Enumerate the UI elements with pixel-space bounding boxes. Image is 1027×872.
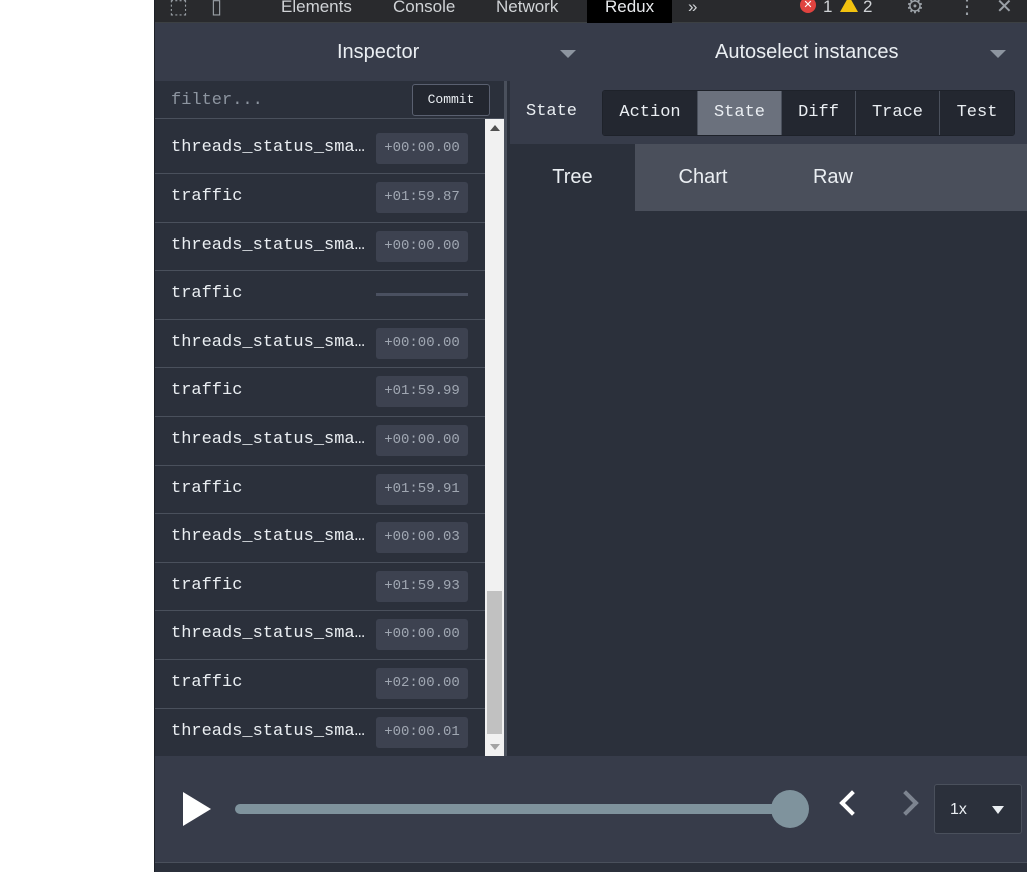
tab-state[interactable]: State bbox=[698, 91, 782, 135]
tab-redux[interactable]: Redux bbox=[587, 0, 673, 23]
device-toolbar-icon[interactable]: ▯ bbox=[211, 0, 222, 18]
action-name: traffic bbox=[171, 187, 243, 206]
chevron-down-icon bbox=[560, 50, 576, 58]
slider-thumb[interactable] bbox=[771, 790, 809, 828]
action-time-badge[interactable]: +00:00.00 bbox=[376, 327, 468, 359]
previous-arrow-icon[interactable] bbox=[839, 790, 865, 816]
speed-select[interactable]: 1x bbox=[934, 784, 1022, 834]
action-list: threads_status_sma… +00:00.00 traffic +0… bbox=[155, 119, 485, 756]
close-icon[interactable]: ✕ bbox=[996, 0, 1013, 18]
action-time-badge[interactable]: +00:00.00 bbox=[376, 230, 468, 262]
warning-icon[interactable] bbox=[840, 0, 858, 12]
tab-raw[interactable]: Raw bbox=[768, 144, 898, 211]
chevron-down-icon bbox=[990, 50, 1006, 58]
autoselect-label: Autoselect instances bbox=[715, 41, 899, 63]
list-item[interactable]: threads_status_sma… +00:00.00 bbox=[155, 319, 485, 369]
action-list-scrollbar[interactable] bbox=[485, 119, 504, 756]
action-time-badge[interactable] bbox=[376, 279, 468, 310]
settings-gear-icon[interactable]: ⚙ bbox=[906, 0, 924, 18]
action-name: threads_status_sma… bbox=[171, 721, 365, 741]
list-item[interactable]: traffic +01:59.93 bbox=[155, 562, 485, 612]
filter-input[interactable] bbox=[171, 87, 401, 113]
tab-trace[interactable]: Trace bbox=[856, 91, 940, 135]
action-time-badge[interactable]: +00:00.03 bbox=[376, 522, 468, 554]
tab-diff[interactable]: Diff bbox=[782, 91, 856, 135]
action-time-badge[interactable]: +01:59.99 bbox=[376, 376, 468, 408]
action-time-badge[interactable]: +01:59.91 bbox=[376, 473, 468, 505]
list-item[interactable]: threads_status_sma… +00:00.00 bbox=[155, 416, 485, 466]
next-arrow-icon[interactable] bbox=[893, 790, 919, 816]
list-item[interactable]: traffic +01:59.99 bbox=[155, 368, 485, 417]
tab-chart[interactable]: Chart bbox=[638, 144, 768, 211]
instance-header: Inspector Autoselect instances bbox=[155, 23, 1027, 81]
action-name: traffic bbox=[171, 478, 243, 498]
inspector-select[interactable]: Inspector bbox=[155, 23, 595, 81]
play-icon[interactable] bbox=[183, 792, 211, 826]
tab-network[interactable]: Network bbox=[496, 0, 558, 18]
action-time-badge[interactable]: +01:59.93 bbox=[376, 570, 468, 602]
scroll-down-arrow-icon[interactable] bbox=[490, 744, 500, 750]
list-item[interactable]: traffic +01:59.87 bbox=[155, 174, 485, 223]
monitor-panel: State Action State Diff Trace Test Tree … bbox=[510, 81, 1027, 756]
scroll-up-arrow-icon[interactable] bbox=[490, 125, 500, 131]
filter-row: Commit bbox=[155, 81, 504, 119]
scrollbar-thumb[interactable] bbox=[487, 591, 502, 734]
time-travel-slider-bar: 1x bbox=[155, 756, 1027, 862]
monitor-button-group: Action State Diff Trace Test bbox=[602, 90, 1015, 136]
footer-divider bbox=[155, 862, 1027, 872]
warning-count[interactable]: 2 bbox=[863, 0, 872, 18]
action-name: traffic bbox=[171, 672, 243, 692]
slider-track[interactable] bbox=[235, 804, 795, 814]
action-name: traffic bbox=[171, 284, 243, 304]
action-name: traffic bbox=[171, 381, 243, 401]
list-item[interactable]: threads_status_sma… +00:00.03 bbox=[155, 514, 485, 563]
more-options-icon[interactable]: ⋮ bbox=[957, 0, 977, 18]
action-time-badge[interactable]: +00:00.00 bbox=[376, 424, 468, 456]
action-list-panel: Commit threads_status_sma… +00:00.00 tra… bbox=[155, 81, 507, 756]
monitor-tab-bar: State Action State Diff Trace Test bbox=[510, 81, 1027, 144]
instance-select[interactable]: Autoselect instances bbox=[595, 23, 1027, 81]
devtools-tab-bar: ⬚ ▯ Elements Console Network Redux » ✕ 1… bbox=[155, 0, 1027, 23]
tab-test[interactable]: Test bbox=[940, 91, 1014, 135]
list-item[interactable]: threads_status_sma… +00:00.00 bbox=[155, 119, 485, 174]
action-name: traffic bbox=[171, 575, 243, 595]
tab-tree[interactable]: Tree bbox=[510, 144, 635, 211]
list-item[interactable]: traffic +02:00.00 bbox=[155, 659, 485, 709]
error-icon[interactable]: ✕ bbox=[800, 0, 816, 13]
action-name: threads_status_sma… bbox=[171, 429, 365, 449]
speed-value: 1x bbox=[950, 801, 967, 818]
list-item[interactable]: threads_status_sma… +00:00.00 bbox=[155, 611, 485, 660]
state-heading: State bbox=[526, 102, 578, 121]
view-tab-bar: Tree Chart Raw bbox=[510, 144, 1027, 211]
action-name: threads_status_sma… bbox=[171, 332, 365, 352]
tab-console[interactable]: Console bbox=[393, 0, 455, 18]
commit-button[interactable]: Commit bbox=[412, 84, 490, 116]
list-item[interactable]: threads_status_sma… +00:00.01 bbox=[155, 708, 485, 756]
chevron-down-icon bbox=[992, 806, 1004, 814]
action-time-badge[interactable]: +00:00.00 bbox=[376, 133, 468, 164]
list-item[interactable]: threads_status_sma… +00:00.00 bbox=[155, 222, 485, 272]
action-time-badge[interactable]: +00:00.00 bbox=[376, 619, 468, 651]
tab-elements[interactable]: Elements bbox=[281, 0, 352, 18]
error-count[interactable]: 1 bbox=[823, 0, 832, 18]
devtools-panel: ⬚ ▯ Elements Console Network Redux » ✕ 1… bbox=[154, 0, 1027, 872]
action-name: threads_status_sma… bbox=[171, 527, 365, 547]
action-time-badge[interactable]: +01:59.87 bbox=[376, 182, 468, 213]
action-time-badge[interactable]: +02:00.00 bbox=[376, 667, 468, 699]
more-tabs-icon[interactable]: » bbox=[688, 0, 697, 18]
list-item[interactable]: traffic bbox=[155, 271, 485, 320]
action-name: threads_status_sma… bbox=[171, 138, 365, 157]
inspector-label: Inspector bbox=[337, 41, 420, 63]
action-name: threads_status_sma… bbox=[171, 624, 365, 644]
tab-action[interactable]: Action bbox=[603, 91, 698, 135]
action-time-badge[interactable]: +00:00.01 bbox=[376, 716, 468, 748]
action-name: threads_status_sma… bbox=[171, 235, 365, 255]
list-item[interactable]: traffic +01:59.91 bbox=[155, 465, 485, 515]
inspect-element-icon[interactable]: ⬚ bbox=[169, 0, 188, 18]
